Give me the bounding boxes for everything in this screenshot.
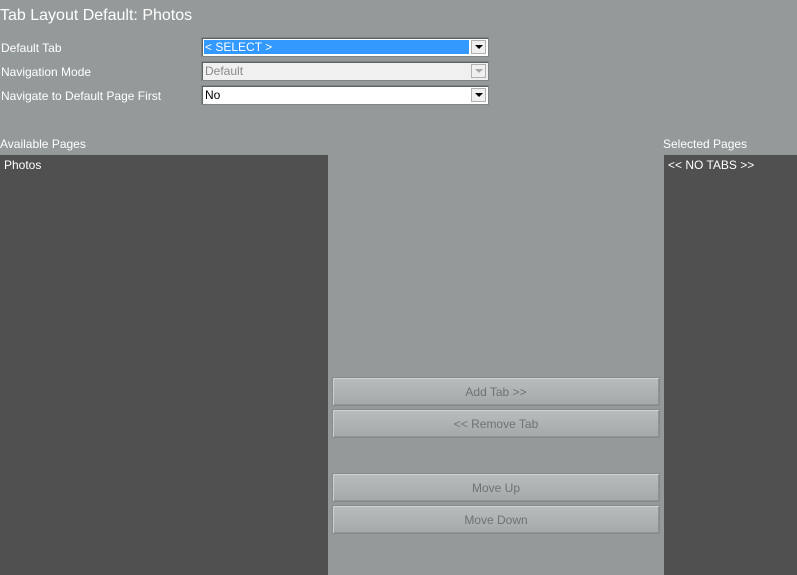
list-item: << NO TABS >> [668,158,755,172]
page-title: Tab Layout Default: Photos [0,7,193,24]
navigate-first-value: No [205,88,221,102]
navigation-mode-label: Navigation Mode [1,65,92,79]
chevron-down-icon [474,69,483,73]
navigate-first-label: Navigate to Default Page First [1,89,162,103]
chevron-down-icon [474,93,483,97]
move-up-button[interactable]: Move Up [332,473,660,502]
move-down-button[interactable]: Move Down [332,505,660,534]
add-tab-button[interactable]: Add Tab >> [332,377,660,406]
navigation-mode-dropdown-button [471,64,486,78]
navigate-first-select[interactable]: No [201,85,489,105]
default-tab-label: Default Tab [1,41,62,55]
selected-pages-label: Selected Pages [663,137,748,151]
available-pages-label: Available Pages [0,137,86,151]
selected-pages-list[interactable]: << NO TABS >> [664,155,797,575]
default-tab-select[interactable]: < SELECT > [201,37,489,57]
remove-tab-button[interactable]: << Remove Tab [332,409,660,438]
available-pages-list[interactable]: Photos [0,155,328,575]
chevron-down-icon [474,45,483,49]
navigation-mode-select: Default [201,61,489,81]
navigate-first-dropdown-button[interactable] [471,88,486,102]
list-item[interactable]: Photos [4,158,41,172]
default-tab-value: < SELECT > [204,40,469,54]
default-tab-dropdown-button[interactable] [471,40,486,54]
navigation-mode-value: Default [205,64,244,78]
